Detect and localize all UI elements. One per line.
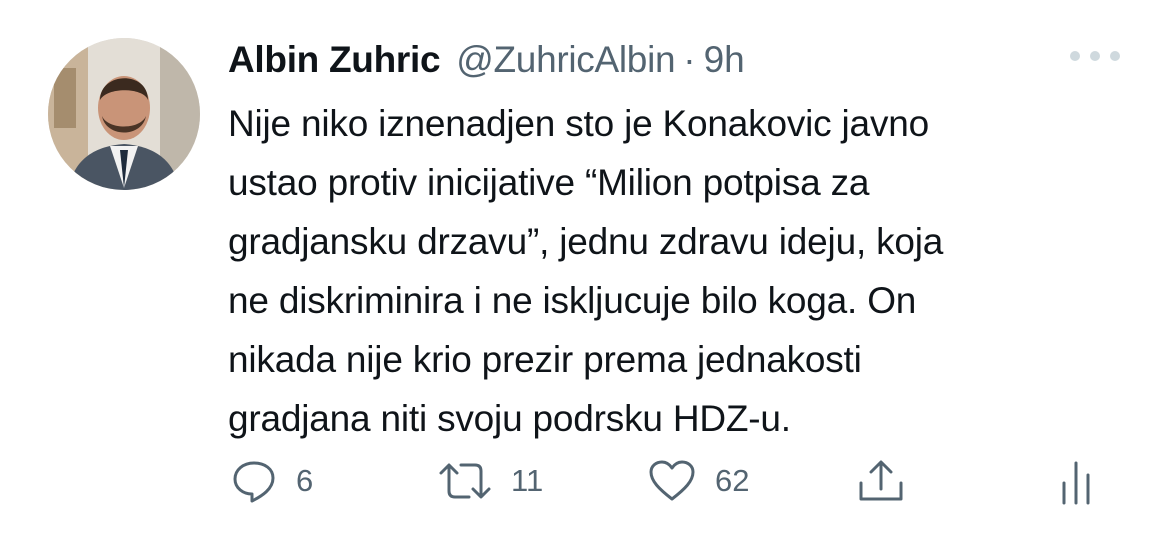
tweet-timestamp[interactable]: 9h [704, 39, 745, 81]
tweet-header: Albin Zuhric @ZuhricAlbin · 9h [228, 34, 745, 86]
more-dot-icon [1110, 51, 1120, 61]
retweet-button[interactable]: 11 [437, 457, 543, 505]
more-dot-icon [1090, 51, 1100, 61]
tweet-actions: 6 11 62 [0, 455, 1170, 515]
author-avatar[interactable] [48, 38, 200, 190]
retweet-count: 11 [511, 463, 544, 498]
like-button[interactable]: 62 [647, 457, 749, 505]
reply-button[interactable]: 6 [230, 457, 313, 505]
reply-count: 6 [296, 463, 314, 498]
avatar-photo [48, 38, 200, 190]
retweet-icon [439, 463, 491, 499]
like-count: 62 [715, 463, 750, 498]
more-options-button[interactable] [1070, 46, 1120, 66]
analytics-button[interactable] [1054, 457, 1098, 507]
reply-bubble-icon [233, 461, 275, 503]
separator-dot: · [683, 39, 696, 80]
more-dot-icon [1070, 51, 1080, 61]
heart-icon [649, 460, 695, 501]
author-handle[interactable]: @ZuhricAlbin [456, 39, 675, 81]
tweet-text: Nije niko iznenadjen sto je Konakovic ja… [228, 103, 944, 439]
share-button[interactable] [856, 457, 906, 505]
share-upload-icon [859, 460, 903, 501]
analytics-bars-icon [1062, 461, 1090, 505]
author-name[interactable]: Albin Zuhric [228, 39, 441, 81]
